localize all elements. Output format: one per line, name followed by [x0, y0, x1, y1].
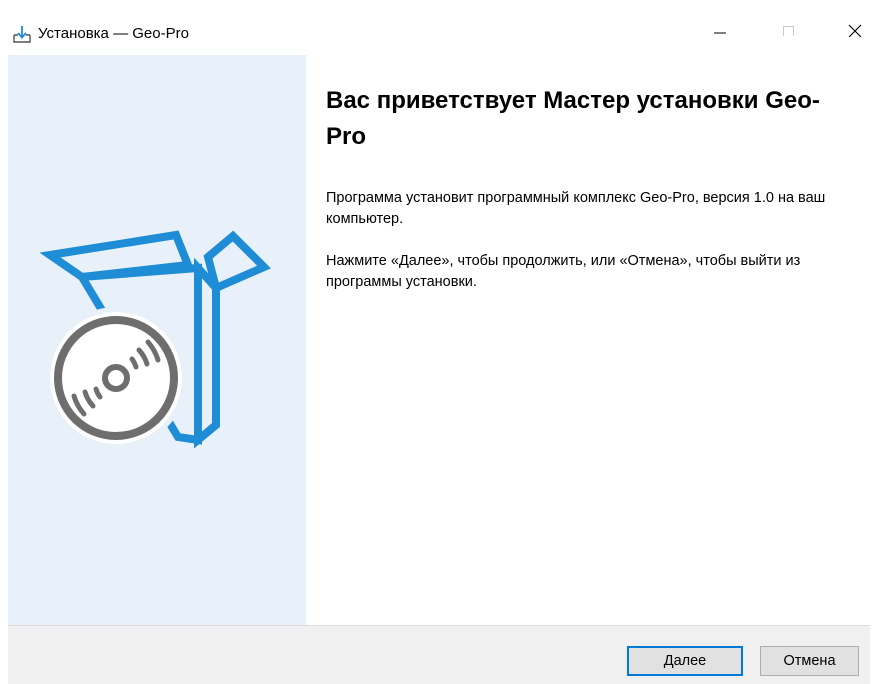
minimize-button[interactable]: [697, 12, 743, 52]
page-title: Вас приветствует Мастер установки Geo-Pr…: [326, 87, 820, 150]
installer-download-icon: [12, 24, 32, 44]
wizard-footer: Далее Отмена: [8, 625, 870, 684]
description-text: Программа установит программный комплекс…: [326, 190, 826, 227]
minimize-icon: [714, 23, 726, 41]
window-frame: [870, 55, 878, 684]
close-button[interactable]: [832, 12, 878, 52]
cancel-button[interactable]: Отмена: [760, 646, 859, 676]
wizard-side-panel: [8, 55, 306, 625]
close-icon: [848, 23, 862, 42]
next-button[interactable]: Далее: [627, 646, 743, 676]
window-title: Установка — Geo-Pro: [38, 25, 189, 42]
title-bar[interactable]: Установка — Geo-Pro: [0, 0, 878, 55]
maximize-icon: [783, 23, 795, 41]
wizard-content: Вас приветствует Мастер установки Geo-Pr…: [306, 55, 870, 625]
instruction-text: Нажмите «Далее», чтобы продолжить, или «…: [326, 253, 801, 290]
installer-window: Установка — Geo-Pro Вас приветствует Мас…: [0, 0, 878, 684]
maximize-button[interactable]: [766, 12, 812, 52]
software-box-disc-icon: [8, 55, 306, 630]
